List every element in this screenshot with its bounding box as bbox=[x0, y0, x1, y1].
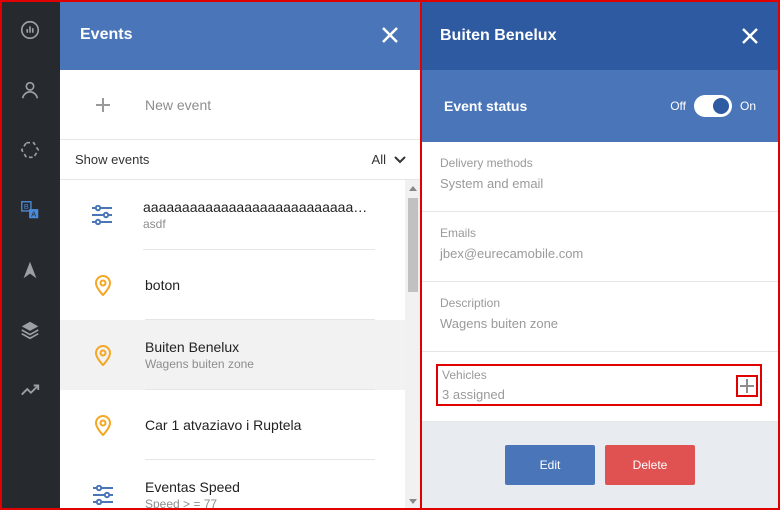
delivery-methods-field: Delivery methods System and email bbox=[422, 142, 778, 212]
chevron-down-icon bbox=[394, 155, 406, 163]
list-item-title: Eventas Speed bbox=[145, 478, 240, 495]
events-title: Events bbox=[80, 26, 133, 43]
events-list: aaaaaaaaaaaaaaaaaaaaaaaaaaaaaaaaaaaaaaa … bbox=[60, 180, 405, 510]
status-toggle-group: Off On bbox=[670, 95, 756, 117]
toggle-off-label: Off bbox=[670, 99, 686, 113]
detail-header: Buiten Benelux bbox=[422, 2, 778, 70]
detail-title: Buiten Benelux bbox=[440, 27, 557, 44]
svg-text:B: B bbox=[24, 202, 29, 211]
list-item-subtitle: asdf bbox=[143, 216, 166, 231]
new-event-button[interactable]: New event bbox=[60, 70, 420, 140]
scroll-thumb[interactable] bbox=[408, 198, 418, 292]
detail-footer: Edit Delete bbox=[422, 422, 778, 508]
vehicles-highlight-box: Vehicles 3 assigned bbox=[436, 364, 762, 406]
event-status-bar: Event status Off On bbox=[422, 70, 778, 142]
highlight-frame bbox=[0, 0, 420, 2]
event-status-toggle[interactable] bbox=[693, 95, 732, 117]
icon-rail: B A bbox=[0, 0, 60, 510]
field-label: Vehicles bbox=[442, 368, 487, 382]
toggle-on-label: On bbox=[739, 99, 756, 113]
scroll-up-icon[interactable] bbox=[409, 186, 417, 191]
close-events-button[interactable] bbox=[380, 25, 400, 45]
location-pin-icon bbox=[60, 274, 145, 296]
list-item-title: aaaaaaaaaaaaaaaaaaaaaaaaaaaaaaaaaaaaaaa bbox=[143, 198, 375, 215]
list-item[interactable]: boton bbox=[60, 250, 405, 320]
field-label: Delivery methods bbox=[440, 156, 533, 170]
delete-button[interactable]: Delete bbox=[605, 445, 695, 485]
sliders-icon bbox=[60, 205, 143, 225]
filter-value: All bbox=[371, 152, 386, 167]
list-item[interactable]: Car 1 atvaziavo i Ruptela bbox=[60, 390, 405, 460]
event-detail-panel: Buiten Benelux Event status Off On Deliv… bbox=[420, 0, 780, 510]
field-label: Emails bbox=[440, 226, 477, 240]
new-event-label: New event bbox=[145, 96, 212, 113]
description-field: Description Wagens buiten zone bbox=[422, 282, 778, 352]
list-scrollbar[interactable] bbox=[405, 180, 420, 510]
highlight-frame bbox=[0, 0, 2, 510]
field-value: 3 assigned bbox=[442, 387, 505, 402]
location-pin-icon bbox=[60, 414, 145, 436]
list-item-title: Car 1 atvaziavo i Ruptela bbox=[145, 416, 302, 433]
sliders-icon bbox=[60, 485, 145, 505]
plus-icon bbox=[60, 97, 145, 113]
field-value: jbex@eurecamobile.com bbox=[440, 246, 584, 261]
list-item-subtitle: Wagens buiten zone bbox=[145, 356, 254, 371]
close-icon bbox=[382, 27, 398, 43]
add-vehicle-button[interactable] bbox=[736, 375, 758, 397]
svg-text:A: A bbox=[31, 209, 36, 218]
list-item-title: Buiten Benelux bbox=[145, 338, 240, 355]
dashboard-icon[interactable] bbox=[0, 0, 60, 60]
field-value: Wagens buiten zone bbox=[440, 316, 559, 331]
list-item[interactable]: aaaaaaaaaaaaaaaaaaaaaaaaaaaaaaaaaaaaaaa … bbox=[60, 180, 405, 250]
events-icon[interactable]: B A bbox=[0, 180, 60, 240]
edit-button[interactable]: Edit bbox=[505, 445, 595, 485]
list-item-selected[interactable]: Buiten Benelux Wagens buiten zone bbox=[60, 320, 405, 390]
user-icon[interactable] bbox=[0, 60, 60, 120]
event-status-label: Event status bbox=[444, 98, 528, 114]
field-label: Description bbox=[440, 296, 501, 310]
close-icon bbox=[742, 28, 758, 44]
show-events-bar: Show events All bbox=[60, 140, 420, 180]
location-pin-icon bbox=[60, 344, 145, 366]
list-item-title: boton bbox=[145, 276, 181, 293]
show-events-label: Show events bbox=[75, 152, 150, 167]
emails-field: Emails jbex@eurecamobile.com bbox=[422, 212, 778, 282]
navigation-icon[interactable] bbox=[0, 240, 60, 300]
scroll-down-icon[interactable] bbox=[409, 499, 417, 504]
events-header: Events bbox=[60, 0, 420, 70]
events-panel: Events New event Show events All aaaaaaa… bbox=[60, 0, 420, 510]
plus-icon bbox=[740, 379, 754, 393]
toggle-knob bbox=[712, 98, 729, 114]
field-value: System and email bbox=[440, 176, 544, 191]
layers-icon[interactable] bbox=[0, 300, 60, 360]
list-item[interactable]: Eventas Speed Speed > = 77 bbox=[60, 460, 405, 510]
vehicles-field: Vehicles 3 assigned bbox=[422, 352, 778, 422]
close-detail-button[interactable] bbox=[740, 26, 760, 46]
events-filter-select[interactable]: All bbox=[372, 152, 406, 167]
geofence-icon[interactable] bbox=[0, 120, 60, 180]
reports-icon[interactable] bbox=[0, 360, 60, 420]
